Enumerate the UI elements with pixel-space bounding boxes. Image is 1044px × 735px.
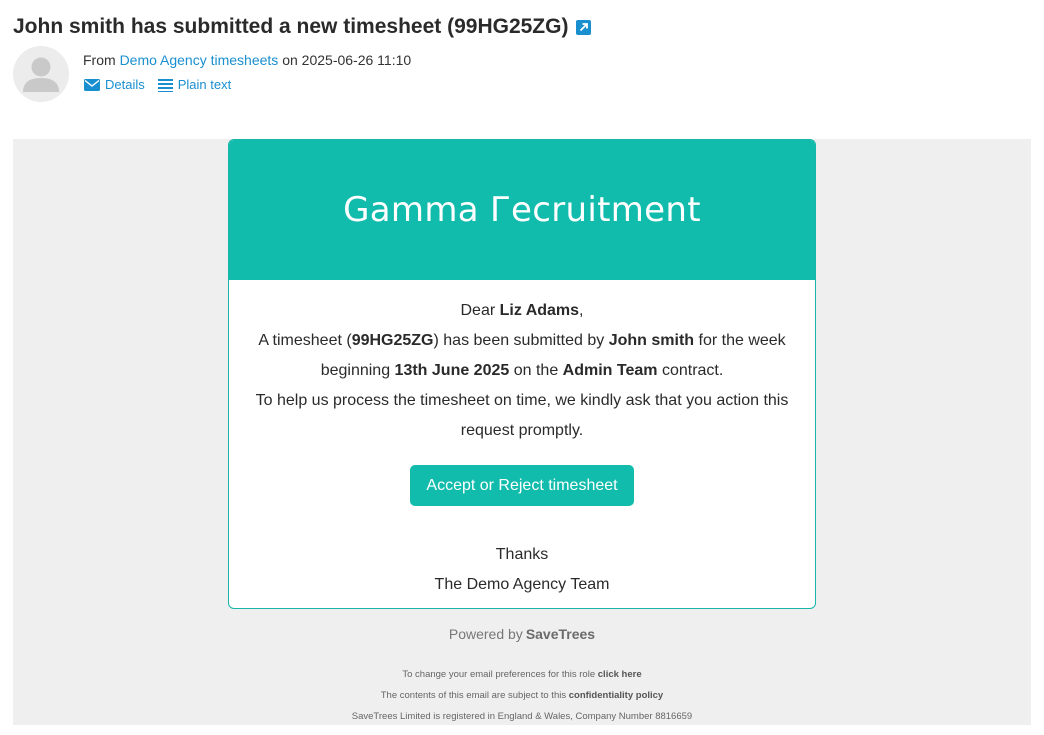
brand-name: Gamma Гecruitment [343, 190, 701, 230]
envelope-icon [84, 78, 100, 91]
message-actions: Details Plain text [84, 77, 244, 92]
avatar-placeholder-icon [23, 57, 59, 92]
accept-reject-button[interactable]: Accept or Reject timesheet [410, 465, 634, 506]
external-link-icon[interactable] [576, 19, 592, 35]
details-link[interactable]: Details [84, 77, 145, 92]
email-card: Gamma Гecruitment Dear Liz Adams, A time… [228, 139, 816, 609]
thanks-text: Thanks [495, 546, 549, 563]
timesheet-id: 99HG25ZG [351, 332, 434, 349]
date-prefix: on [282, 52, 298, 68]
sender-link[interactable]: Demo Agency timesheets [120, 52, 279, 68]
confidentiality-note: The contents of this email are subject t… [13, 690, 1031, 701]
plain-text-link[interactable]: Plain text [157, 77, 232, 92]
details-label: Details [105, 77, 145, 92]
confidentiality-link[interactable]: confidentiality policy [569, 690, 664, 701]
contract-name: Admin Team [562, 362, 658, 379]
email-subject: John smith has submitted a new timesheet… [13, 15, 592, 39]
text-part: contract. [661, 362, 724, 379]
preferences-text: To change your email preferences for thi… [402, 669, 596, 680]
action-request-text: To help us process the timesheet on time… [255, 392, 789, 439]
powered-by-label: Powered by [448, 626, 523, 642]
greeting-suffix: , [579, 302, 584, 319]
powered-by-brand: SaveTrees [525, 626, 596, 642]
confidentiality-text: The contents of this email are subject t… [380, 690, 567, 701]
submission-text: A timesheet (99HG25ZG) has been submitte… [242, 326, 802, 386]
avatar [13, 46, 69, 102]
from-label: From [83, 52, 116, 68]
sent-date: 2025-06-26 11:10 [301, 52, 412, 68]
week-date: 13th June 2025 [394, 362, 510, 379]
plain-text-label: Plain text [177, 77, 232, 92]
team-signature: The Demo Agency Team [434, 576, 610, 593]
greeting: Dear Liz Adams, [229, 296, 815, 326]
email-body: Gamma Гecruitment Dear Liz Adams, A time… [13, 139, 1031, 725]
lines-icon [157, 78, 173, 92]
powered-by: Powered by SaveTrees [13, 626, 1031, 642]
brand-banner: Gamma Гecruitment [229, 140, 815, 280]
text-part: ) has been submitted by [433, 332, 605, 349]
signoff: Thanks The Demo Agency Team [229, 540, 815, 600]
greeting-prefix: Dear [460, 302, 496, 319]
message-content: Dear Liz Adams, A timesheet (99HG25ZG) h… [229, 280, 815, 600]
company-registration: SaveTrees Limited is registered in Engla… [351, 711, 693, 722]
text-part: on the [513, 362, 559, 379]
text-part: A timesheet ( [258, 332, 352, 349]
submitter-name: John smith [608, 332, 695, 349]
preferences-note: To change your email preferences for thi… [13, 669, 1031, 680]
sender-line: From Demo Agency timesheets on 2025-06-2… [83, 52, 411, 68]
preferences-link[interactable]: click here [598, 669, 642, 680]
subject-text: John smith has submitted a new timesheet… [13, 15, 569, 38]
recipient-name: Liz Adams [499, 302, 580, 319]
